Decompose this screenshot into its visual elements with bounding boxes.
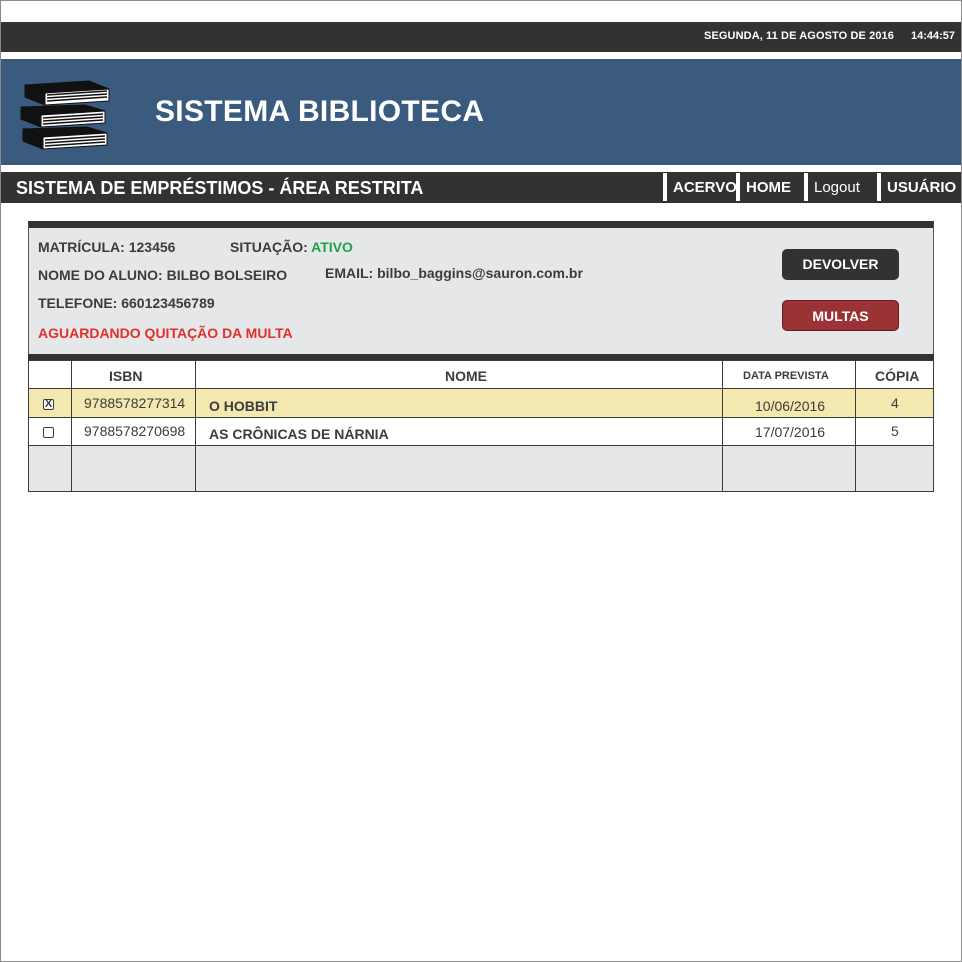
column-header-data-prevista: DATA PREVISTA xyxy=(743,370,829,382)
email-value: bilbo_baggins@sauron.com.br xyxy=(377,265,583,281)
nav-usuario[interactable]: USUÁRIO xyxy=(877,173,956,201)
nav-logout[interactable]: Logout xyxy=(804,173,860,201)
table-cell-data: 10/06/2016 xyxy=(755,398,826,414)
situacao-status: ATIVO xyxy=(311,239,353,255)
col-divider xyxy=(722,361,723,491)
row-checkbox-checked[interactable]: X xyxy=(43,399,54,410)
table-cell-isbn: 9788578270698 xyxy=(84,423,186,439)
nav-home[interactable]: HOME xyxy=(736,173,791,201)
books-stack-icon xyxy=(20,80,110,150)
app-title: SISTEMA BIBLIOTECA xyxy=(155,95,485,128)
matricula-label: MATRÍCULA: xyxy=(38,239,125,255)
nome-value: BILBO BOLSEIRO xyxy=(166,267,288,283)
fine-alert: AGUARDANDO QUITAÇÃO DA MULTA xyxy=(38,325,293,341)
section-bar: SISTEMA DE EMPRÉSTIMOS - ÁREA RESTRITA A… xyxy=(1,172,961,203)
column-header-copia: CÓPIA xyxy=(875,368,920,384)
table-cell-copia: 4 xyxy=(891,395,899,411)
top-bar: SEGUNDA, 11 DE AGOSTO DE 2016 14:44:57 xyxy=(1,22,961,52)
situacao-field: SITUAÇÃO: ATIVO xyxy=(230,239,353,255)
telefone-field: TELEFONE: 660123456789 xyxy=(38,295,215,311)
multas-button[interactable]: MULTAS xyxy=(782,300,899,331)
matricula-value: 123456 xyxy=(128,239,176,255)
telefone-label: TELEFONE: xyxy=(38,295,118,311)
col-divider xyxy=(195,361,196,491)
table-cell-copia: 5 xyxy=(891,423,899,439)
loans-table: ISBN NOME DATA PREVISTA CÓPIA X 97885782… xyxy=(28,360,934,492)
current-date: SEGUNDA, 11 DE AGOSTO DE 2016 xyxy=(704,30,894,42)
current-time: 14:44:57 xyxy=(910,30,955,42)
nome-label: NOME DO ALUNO: xyxy=(38,267,163,283)
row-divider xyxy=(29,388,933,389)
col-divider xyxy=(855,361,856,491)
table-cell-nome: O HOBBIT xyxy=(209,398,278,414)
table-cell-data: 17/07/2016 xyxy=(755,424,826,440)
header-banner: SISTEMA BIBLIOTECA xyxy=(1,59,961,165)
row-divider xyxy=(29,445,933,446)
student-info-panel: MATRÍCULA: 123456 SITUAÇÃO: ATIVO NOME D… xyxy=(28,221,934,360)
situacao-label: SITUAÇÃO: xyxy=(230,239,308,255)
row-divider xyxy=(29,417,933,418)
matricula-field: MATRÍCULA: 123456 xyxy=(38,239,175,255)
col-divider xyxy=(71,361,72,491)
table-cell-isbn: 9788578277314 xyxy=(84,395,186,411)
email-field: EMAIL: bilbo_baggins@sauron.com.br xyxy=(325,265,583,281)
email-label: EMAIL: xyxy=(325,265,374,281)
devolver-button[interactable]: DEVOLVER xyxy=(782,249,899,280)
column-header-nome: NOME xyxy=(445,368,487,384)
section-title: SISTEMA DE EMPRÉSTIMOS - ÁREA RESTRITA xyxy=(16,178,424,198)
telefone-value: 660123456789 xyxy=(121,295,215,311)
nome-field: NOME DO ALUNO: BILBO BOLSEIRO xyxy=(38,267,287,283)
table-cell-nome: AS CRÔNICAS DE NÁRNIA xyxy=(209,426,389,442)
column-header-isbn: ISBN xyxy=(109,368,143,384)
row-checkbox[interactable] xyxy=(43,427,54,438)
nav-acervo[interactable]: ACERVO xyxy=(663,173,737,201)
